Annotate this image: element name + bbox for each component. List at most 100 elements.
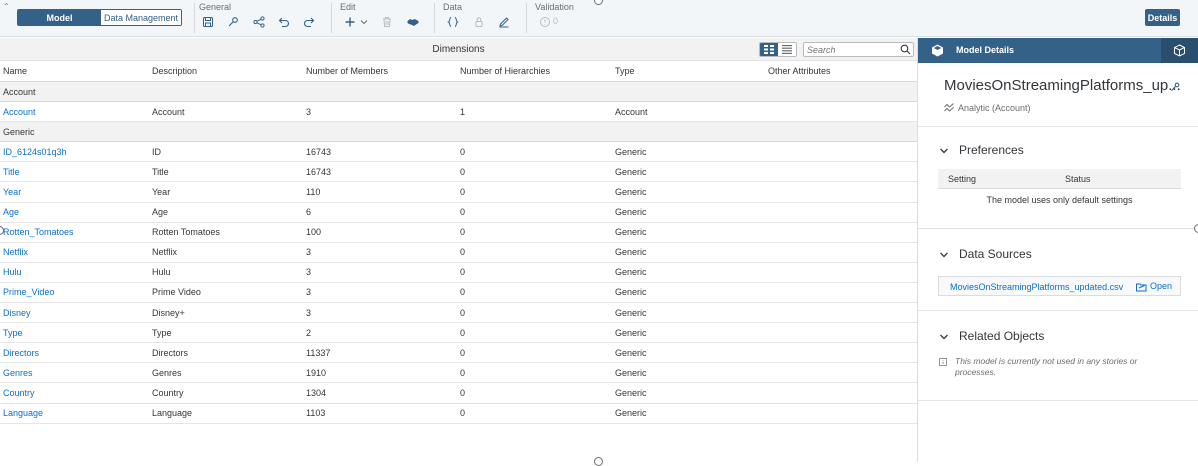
dimension-description: Rotten Tomatoes [152,227,220,238]
table-header-row: Name Description Number of Members Numbe… [0,61,917,82]
model-summary: MoviesOnStreamingPlatforms_up... Analyti… [918,63,1198,127]
table-row[interactable]: Country Country 1304 0 Generic [0,383,917,404]
preferences-empty-text: The model uses only default settings [986,195,1133,205]
dimension-name-link[interactable]: Account [3,107,36,117]
top-resize-handle[interactable] [594,0,603,5]
toolbar-separator [526,3,527,33]
table-row[interactable]: Prime_Video Prime Video 3 0 Generic [0,283,917,304]
open-folder-icon[interactable] [1136,282,1147,292]
dimension-name-link[interactable]: Genres [3,368,33,378]
table-row[interactable]: Rotten_Tomatoes Rotten Tomatoes 100 0 Generi… [0,223,917,243]
redo-icon[interactable] [301,14,317,30]
dimension-name-link[interactable]: Country [3,388,35,398]
dimension-hierarchies: 0 [460,247,466,258]
preferences-title[interactable]: Preferences [959,143,1024,157]
table-group-row[interactable]: Account [0,82,917,103]
dimension-members: 3 [306,267,312,278]
setting-column-header: Setting [948,174,977,184]
cube-icon [932,44,943,57]
dimensions-panel: Dimensions Name Description Number of Me… [0,38,917,462]
data-management-tab[interactable]: Data Management [101,10,181,25]
dimension-name-link[interactable]: Netflix [3,247,28,257]
dimension-name-link[interactable]: Rotten_Tomatoes [3,227,74,237]
dimension-name-link[interactable]: Hulu [3,267,22,277]
table-row[interactable]: Hulu Hulu 3 0 Generic [0,263,917,283]
dimension-members: 3 [306,287,312,298]
column-header-hierarchies[interactable]: Number of Hierarchies [460,66,550,76]
lock-icon[interactable] [471,14,487,30]
column-header-other-attributes[interactable]: Other Attributes [768,66,831,76]
dimension-name-link[interactable]: ID_6124s01q3h [3,147,67,157]
share-icon[interactable] [251,14,267,30]
related-objects-title[interactable]: Related Objects [959,329,1044,343]
column-header-type[interactable]: Type [615,66,635,76]
column-header-members[interactable]: Number of Members [306,66,388,76]
dimension-name-link[interactable]: Disney [3,308,31,318]
pencil-icon[interactable] [496,14,512,30]
column-header-description[interactable]: Description [152,66,197,76]
dimension-type: Generic [615,307,647,318]
search-input[interactable] [807,44,897,55]
table-row[interactable]: Type Type 2 0 Generic [0,323,917,344]
collapse-toolbar-icon[interactable]: ⌃ [3,2,10,11]
data-sources-title[interactable]: Data Sources [959,247,1032,261]
dimensions-header: Dimensions [0,38,917,61]
chevron-down-icon[interactable] [356,14,372,30]
dimension-hierarchies: 0 [460,146,466,157]
right-resize-handle[interactable] [1194,224,1198,233]
dimension-type: Generic [615,207,647,218]
dimension-type: Generic [615,387,647,398]
dimension-members: 11337 [306,347,331,358]
table-row[interactable]: Genres Genres 1910 0 Generic [0,363,917,384]
model-tab[interactable]: Model [18,10,101,25]
dimension-members: 6 [306,207,312,218]
dimension-description: Title [152,166,169,177]
dimension-name-link[interactable]: Language [3,408,43,418]
wrench-icon[interactable] [1170,82,1180,92]
data-source-file[interactable]: MoviesOnStreamingPlatforms_updated.csv [950,282,1123,292]
dimension-name-link[interactable]: Directors [3,348,39,358]
dimension-name-link[interactable]: Title [3,167,20,177]
dimension-description: Prime Video [152,287,201,298]
related-objects-text: This model is currently not used in any … [955,356,1138,377]
formula-icon[interactable] [445,14,461,30]
table-group-row[interactable]: Generic [0,122,917,143]
table-row[interactable]: Age Age 6 0 Generic [0,203,917,223]
list-view-icon[interactable] [778,43,796,56]
details-button[interactable]: Details [1145,9,1180,26]
search-icon[interactable] [900,44,911,55]
table-row[interactable]: Disney Disney+ 3 0 Generic [0,303,917,324]
grid-view-icon[interactable] [760,43,778,56]
table-row[interactable]: ID_6124s01q3h ID 16743 0 Generic [0,142,917,163]
dimension-members: 3 [306,106,312,117]
undo-icon[interactable] [276,14,292,30]
dimension-name-link[interactable]: Prime_Video [3,287,54,297]
side-panel-toggle[interactable] [1161,38,1198,63]
dimension-hierarchies: 0 [460,227,466,238]
toolbar-separator [434,3,435,33]
table-row[interactable]: Account Account 3 1 Account [0,102,917,123]
chevron-down-icon[interactable] [939,147,949,155]
table-row[interactable]: Year Year 110 0 Generic [0,182,917,203]
dimension-name-link[interactable]: Age [3,207,19,217]
handshake-icon[interactable] [405,14,421,30]
save-icon[interactable] [200,14,216,30]
table-row[interactable]: Language Language 1103 0 Generic [0,404,917,424]
info-circle-icon[interactable] [537,14,553,30]
table-row[interactable]: Netflix Netflix 3 0 Generic [0,243,917,263]
delete-icon[interactable] [379,14,395,30]
column-header-name[interactable]: Name [3,66,27,76]
chevron-down-icon[interactable] [939,333,949,341]
analytic-model-icon [944,103,954,112]
status-column-header: Status [1065,174,1091,184]
wrench-icon[interactable] [225,14,241,30]
dimension-description: Year [152,187,171,198]
chevron-down-icon[interactable] [939,251,949,259]
dimension-type: Generic [615,227,647,238]
dimension-hierarchies: 0 [460,307,466,318]
dimension-name-link[interactable]: Year [3,187,21,197]
dimension-name-link[interactable]: Type [3,328,23,338]
table-row[interactable]: Directors Directors 11337 0 Generic [0,343,917,364]
open-button[interactable]: Open [1150,281,1172,291]
table-row[interactable]: Title Title 16743 0 Generic [0,162,917,183]
